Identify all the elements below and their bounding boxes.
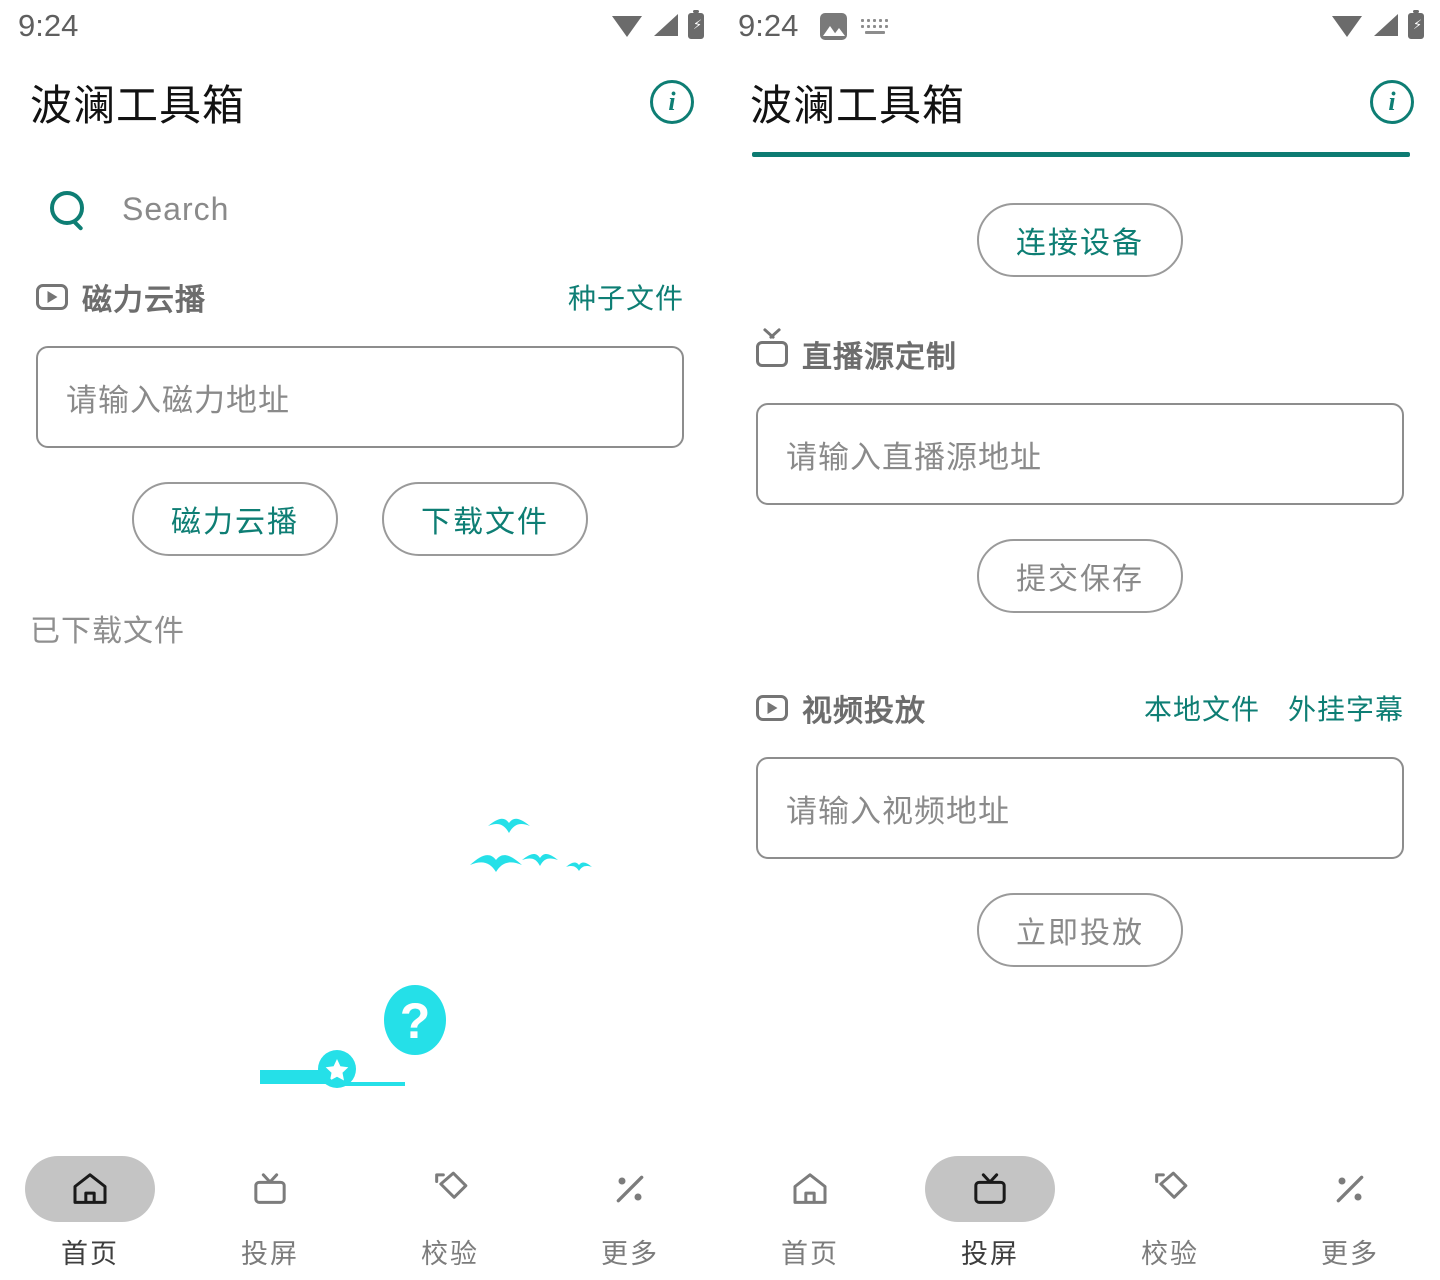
section-title: 视频投放 <box>802 695 926 728</box>
nav-pill-verify[interactable] <box>1105 1156 1235 1222</box>
magnet-address-input[interactable]: 请输入磁力地址 <box>36 346 684 448</box>
nav-item-home[interactable]: 首页 <box>0 1156 180 1271</box>
app-bar: 波澜工具箱 i <box>0 52 720 152</box>
nav-label-more: 更多 <box>1321 1239 1379 1269</box>
dual-screenshot-container: 9:24 ⚡ 波澜工具箱 i Search 磁力云播 种子文件 请输入磁力地址 … <box>0 0 1440 1280</box>
download-file-button[interactable]: 下载文件 <box>382 482 588 556</box>
page-title: 波澜工具箱 <box>750 81 966 129</box>
link-torrent-file[interactable]: 种子文件 <box>568 277 684 317</box>
section-title: 磁力云播 <box>82 284 206 317</box>
nav-label-home: 首页 <box>781 1239 839 1269</box>
app-bar-divider <box>752 152 1410 157</box>
screen-cast: 9:24 ⚡ 波澜工具箱 i 连接设备 直播源定制 请输入直播源地址 提交保存 … <box>720 0 1440 1280</box>
nav-item-cast[interactable]: 投屏 <box>180 1156 360 1271</box>
empty-state-illustration: ? <box>0 660 720 1088</box>
search-input[interactable]: Search <box>122 191 229 228</box>
nav-item-more[interactable]: 更多 <box>540 1156 720 1271</box>
nav-item-cast[interactable]: 投屏 <box>900 1156 1080 1271</box>
downloaded-files-label: 已下载文件 <box>30 615 185 648</box>
magnet-play-button[interactable]: 磁力云播 <box>132 482 338 556</box>
nav-pill-cast[interactable] <box>925 1156 1055 1222</box>
tv-icon <box>756 341 788 367</box>
nav-label-home: 首页 <box>61 1239 119 1269</box>
home-icon <box>73 1173 107 1204</box>
keyboard-icon <box>861 16 891 36</box>
wifi-icon <box>1332 14 1362 38</box>
search-icon <box>50 191 86 227</box>
video-address-input[interactable]: 请输入视频地址 <box>756 757 1404 859</box>
section-title: 直播源定制 <box>802 341 957 374</box>
tv-icon <box>254 1173 286 1204</box>
cast-now-button[interactable]: 立即投放 <box>977 893 1183 967</box>
verify-tag-icon <box>435 1171 468 1199</box>
connect-device-row: 连接设备 <box>720 203 1440 277</box>
nav-pill-more[interactable] <box>565 1156 695 1222</box>
wifi-icon <box>612 14 642 38</box>
live-source-action-buttons: 提交保存 <box>720 539 1440 613</box>
link-local-file[interactable]: 本地文件 <box>1144 688 1260 728</box>
status-bar: 9:24 ⚡ <box>720 0 1440 52</box>
link-external-subtitle[interactable]: 外挂字幕 <box>1288 688 1404 728</box>
nav-label-verify: 校验 <box>421 1239 479 1269</box>
nav-pill-more[interactable] <box>1285 1156 1415 1222</box>
nav-item-verify[interactable]: 校验 <box>360 1156 540 1271</box>
status-bar-clock: 9:24 <box>18 8 79 43</box>
percent-icon <box>616 1175 644 1203</box>
section-header-video-cast: 视频投放 本地文件 外挂字幕 <box>720 683 1440 733</box>
question-glyph: ? <box>400 993 431 1049</box>
magnet-action-buttons: 磁力云播 下载文件 <box>0 482 720 556</box>
nav-item-home[interactable]: 首页 <box>720 1156 900 1271</box>
bottom-navigation: 首页 投屏 校验 更多 <box>0 1148 720 1280</box>
app-bar: 波澜工具箱 i <box>720 52 1440 152</box>
nav-item-verify[interactable]: 校验 <box>1080 1156 1260 1271</box>
screen-home: 9:24 ⚡ 波澜工具箱 i Search 磁力云播 种子文件 请输入磁力地址 … <box>0 0 720 1280</box>
percent-icon <box>1336 1175 1364 1203</box>
tv-icon <box>974 1173 1006 1204</box>
info-icon[interactable]: i <box>650 80 694 124</box>
play-box-icon <box>756 695 788 721</box>
nav-pill-verify[interactable] <box>385 1156 515 1222</box>
nav-label-more: 更多 <box>601 1239 659 1269</box>
battery-charging-icon: ⚡ <box>688 10 704 39</box>
nav-item-more[interactable]: 更多 <box>1260 1156 1440 1271</box>
nav-pill-home[interactable] <box>25 1156 155 1222</box>
submit-save-button[interactable]: 提交保存 <box>977 539 1183 613</box>
birds-icon <box>470 818 592 872</box>
battery-charging-icon: ⚡ <box>1408 10 1424 39</box>
signal-icon <box>1372 14 1398 38</box>
connect-device-button[interactable]: 连接设备 <box>977 203 1183 277</box>
live-source-address-input[interactable]: 请输入直播源地址 <box>756 403 1404 505</box>
status-bar: 9:24 ⚡ <box>0 0 720 52</box>
nav-label-cast: 投屏 <box>961 1239 1019 1269</box>
home-icon <box>793 1173 827 1204</box>
section-header-magnet: 磁力云播 种子文件 <box>0 272 720 322</box>
nav-label-verify: 校验 <box>1141 1239 1199 1269</box>
status-bar-clock: 9:24 <box>738 8 799 43</box>
nav-label-cast: 投屏 <box>241 1239 299 1269</box>
page-title: 波澜工具箱 <box>30 81 246 129</box>
play-box-icon <box>36 284 68 310</box>
bottom-navigation: 首页 投屏 校验 更多 <box>720 1148 1440 1280</box>
screenshot-image-icon <box>820 12 848 40</box>
nav-pill-cast[interactable] <box>205 1156 335 1222</box>
section-header-live-source: 直播源定制 <box>720 329 1440 379</box>
verify-tag-icon <box>1155 1171 1188 1199</box>
info-icon[interactable]: i <box>1370 80 1414 124</box>
question-mark-illustration: ? <box>260 985 446 1088</box>
search-bar[interactable]: Search <box>0 152 720 238</box>
nav-pill-home[interactable] <box>745 1156 875 1222</box>
video-action-buttons: 立即投放 <box>720 893 1440 967</box>
signal-icon <box>652 14 678 38</box>
